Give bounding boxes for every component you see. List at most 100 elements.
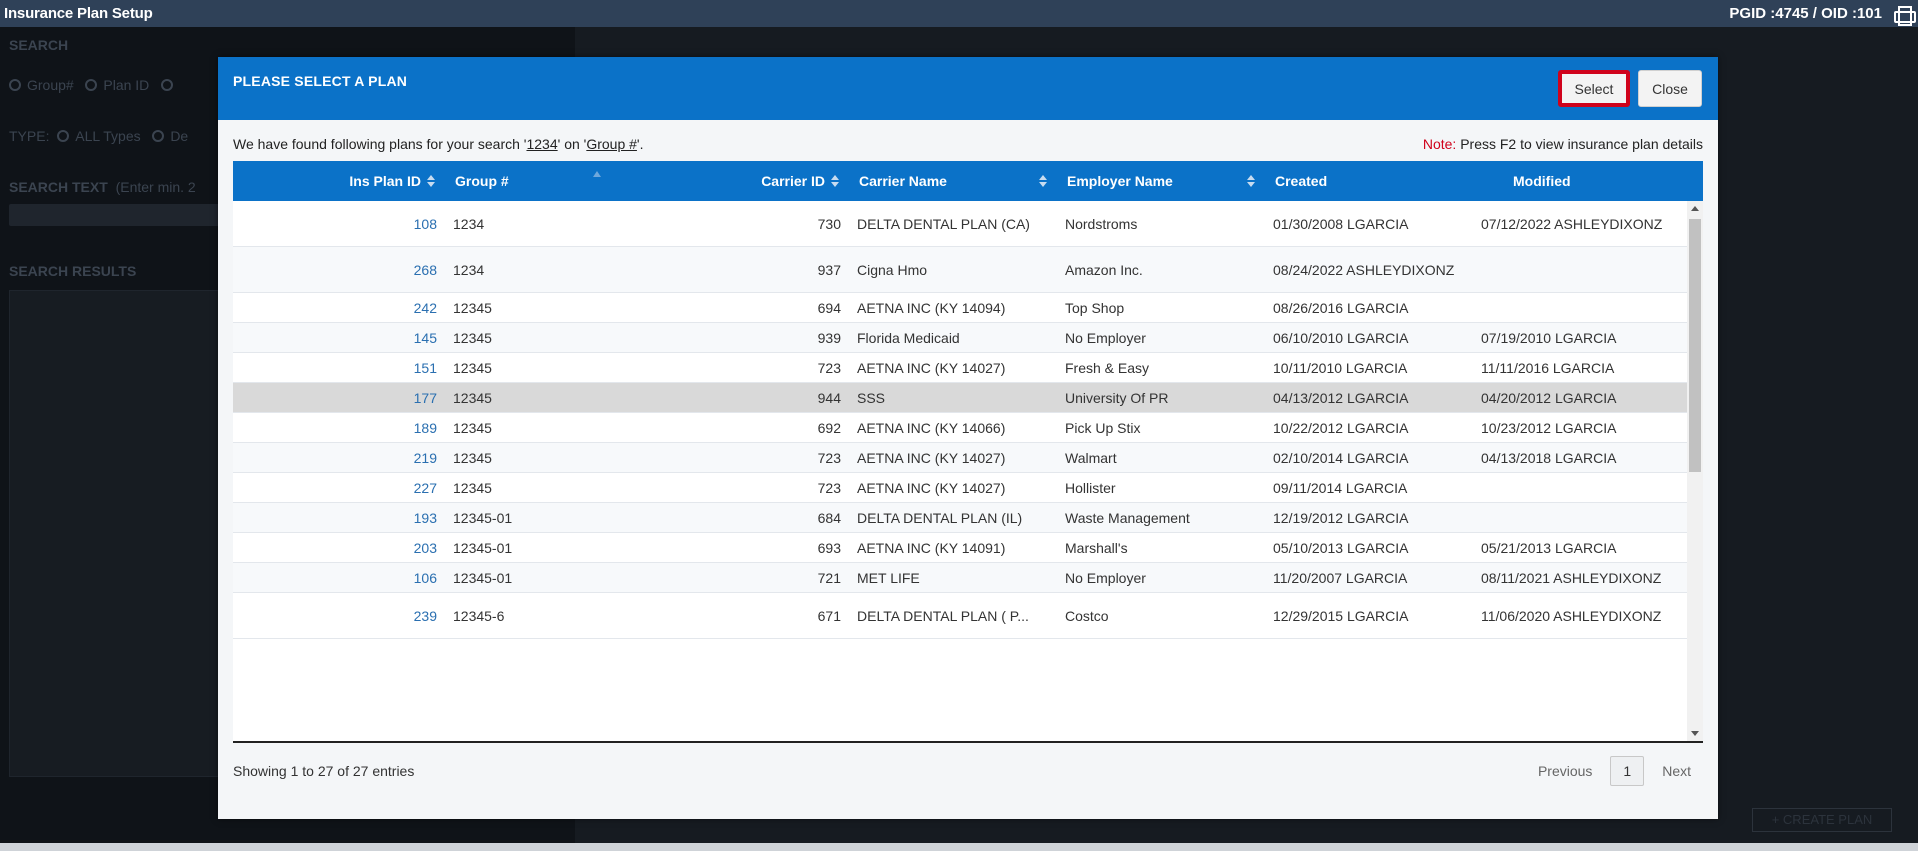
create-plan-button[interactable]: + CREATE PLAN	[1752, 808, 1892, 832]
cell-carrier-name: DELTA DENTAL PLAN ( P...	[857, 607, 1029, 624]
cell-modified	[1473, 247, 1687, 292]
column-created[interactable]: Created	[1265, 161, 1473, 201]
cell-plan-id[interactable]: 227	[233, 473, 445, 502]
cell-employer-name: Marshall's	[1065, 539, 1128, 556]
previous-page-button[interactable]: Previous	[1526, 757, 1604, 785]
info-suffix: '.	[636, 136, 644, 152]
column-employer-name[interactable]: Employer Name	[1057, 161, 1265, 201]
cell-carrier-name: SSS	[857, 389, 886, 406]
column-carrier-id[interactable]: Carrier ID	[653, 161, 849, 201]
table-row[interactable]: 239 12345-6 671 DELTA DENTAL PLAN ( P... Cos…	[233, 593, 1687, 639]
next-page-button[interactable]: Next	[1650, 757, 1703, 785]
sort-icon	[1039, 175, 1047, 187]
table-row[interactable]: 203 12345-01 693 AETNA INC (KY 14091) Marsha…	[233, 533, 1687, 563]
table-row[interactable]: 106 12345-01 721 MET LIFE No Employer 11/20/2…	[233, 563, 1687, 593]
column-label: Carrier ID	[761, 173, 825, 189]
type-label: TYPE:	[9, 128, 50, 144]
cell-plan-id[interactable]: 193	[233, 503, 445, 532]
app-bar: Insurance Plan Setup PGID :4745 / OID :1…	[0, 0, 1918, 27]
radio-icon[interactable]	[152, 130, 165, 142]
cell-carrier-id: 694	[817, 299, 841, 316]
cell-employer-name: University Of PR	[1065, 389, 1169, 406]
cell-group: 12345	[453, 359, 492, 376]
cell-carrier-name: MET LIFE	[857, 569, 920, 586]
cell-plan-id[interactable]: 268	[233, 247, 445, 292]
scroll-thumb[interactable]	[1689, 219, 1701, 472]
cell-group: 12345-6	[453, 607, 505, 624]
table-row[interactable]: 227 12345 723 AETNA INC (KY 14027) Hollister…	[233, 473, 1687, 503]
cell-plan-id[interactable]: 242	[233, 293, 445, 322]
note-label: Note:	[1422, 136, 1457, 152]
cell-group: 12345-01	[453, 569, 513, 586]
table-scrollbar[interactable]	[1687, 201, 1703, 741]
column-group[interactable]: Group #	[445, 161, 653, 201]
cell-plan-id[interactable]: 219	[233, 443, 445, 472]
table-row[interactable]: 193 12345-01 684 DELTA DENTAL PLAN (IL) Wast…	[233, 503, 1687, 533]
cell-plan-id[interactable]: 108	[233, 201, 445, 246]
column-carrier-name[interactable]: Carrier Name	[849, 161, 1057, 201]
note: Note: Press F2 to view insurance plan de…	[1423, 136, 1703, 152]
table-row[interactable]: 145 12345 939 Florida Medicaid No Employer 06…	[233, 323, 1687, 353]
cell-carrier-name: Cigna Hmo	[857, 261, 928, 278]
cell-employer-name: Nordstroms	[1065, 215, 1138, 232]
table-row[interactable]: 151 12345 723 AETNA INC (KY 14027) Fresh & E…	[233, 353, 1687, 383]
column-label: Created	[1275, 173, 1328, 189]
plans-table: Ins Plan ID Group # Carrier ID Carrier N…	[233, 161, 1703, 743]
radio-icon[interactable]	[57, 130, 70, 142]
sort-icon	[831, 175, 839, 187]
cell-plan-id[interactable]: 239	[233, 593, 445, 638]
cell-plan-id[interactable]: 177	[233, 383, 445, 412]
cell-plan-id[interactable]: 203	[233, 533, 445, 562]
cell-plan-id[interactable]: 145	[233, 323, 445, 352]
cell-created: 11/20/2007 LGARCIA	[1273, 569, 1408, 586]
column-modified[interactable]: Modified	[1473, 161, 1703, 201]
cell-carrier-id: 692	[817, 419, 841, 436]
modal-title: PLEASE SELECT A PLAN	[233, 73, 408, 89]
cell-created: 01/30/2008 LGARCIA	[1273, 215, 1409, 232]
column-ins-plan-id[interactable]: Ins Plan ID	[233, 161, 445, 201]
scroll-up-icon[interactable]	[1691, 206, 1699, 211]
radio-plan-label: Plan ID	[103, 77, 150, 93]
cell-carrier-name: DELTA DENTAL PLAN (CA)	[857, 215, 1030, 232]
app-title: Insurance Plan Setup	[4, 5, 153, 22]
column-label: Employer Name	[1067, 173, 1173, 189]
cell-employer-name: No Employer	[1065, 569, 1146, 586]
cell-group: 1234	[453, 215, 485, 232]
cell-plan-id[interactable]: 151	[233, 353, 445, 382]
table-body: 108 1234 730 DELTA DENTAL PLAN (CA) Nordstro…	[233, 201, 1687, 741]
cell-carrier-id: 693	[817, 539, 841, 556]
cell-carrier-name: AETNA INC (KY 14066)	[857, 419, 1006, 436]
cell-carrier-id: 723	[817, 359, 841, 376]
scroll-down-icon[interactable]	[1691, 731, 1699, 736]
close-button[interactable]: Close	[1638, 70, 1702, 107]
table-row[interactable]: 242 12345 694 AETNA INC (KY 14094) Top Shop 0…	[233, 293, 1687, 323]
cell-carrier-id: 939	[817, 329, 841, 346]
search-text-title: SEARCH TEXT	[9, 179, 108, 195]
info-mid: ' on '	[557, 136, 587, 152]
cell-carrier-name: AETNA INC (KY 14091)	[857, 539, 1006, 556]
cell-created: 08/24/2022 ASHLEYDIXONZ	[1273, 261, 1455, 278]
cell-plan-id[interactable]: 189	[233, 413, 445, 442]
cell-modified: 04/20/2012 LGARCIA	[1481, 389, 1617, 406]
radio-icon[interactable]	[160, 79, 173, 91]
radio-icon[interactable]	[9, 79, 21, 91]
printer-icon[interactable]	[1892, 5, 1916, 26]
cell-group: 12345	[453, 329, 492, 346]
table-row[interactable]: 219 12345 723 AETNA INC (KY 14027) Walmart 02…	[233, 443, 1687, 473]
table-row[interactable]: 177 12345 944 SSS University Of PR 04/13/2012…	[233, 383, 1687, 413]
search-text-hint: (Enter min. 2	[115, 179, 196, 195]
cell-carrier-name: DELTA DENTAL PLAN (IL)	[857, 509, 1023, 526]
cell-employer-name: Top Shop	[1065, 299, 1125, 316]
select-plan-modal: PLEASE SELECT A PLAN Select Close We hav…	[218, 57, 1718, 819]
table-row[interactable]: 189 12345 692 AETNA INC (KY 14066) Pick Up S…	[233, 413, 1687, 443]
radio-icon[interactable]	[85, 79, 98, 91]
cell-employer-name: Waste Management	[1065, 509, 1190, 526]
cell-created: 12/29/2015 LGARCIA	[1273, 607, 1409, 624]
cell-group: 12345-01	[453, 539, 513, 556]
table-row[interactable]: 268 1234 937 Cigna Hmo Amazon Inc. 08/24/2022…	[233, 247, 1687, 293]
cell-plan-id[interactable]: 106	[233, 563, 445, 592]
sort-icon	[427, 175, 435, 187]
select-button[interactable]: Select	[1558, 70, 1630, 107]
page-1-button[interactable]: 1	[1610, 756, 1645, 786]
table-row[interactable]: 108 1234 730 DELTA DENTAL PLAN (CA) Nordstro…	[233, 201, 1687, 247]
